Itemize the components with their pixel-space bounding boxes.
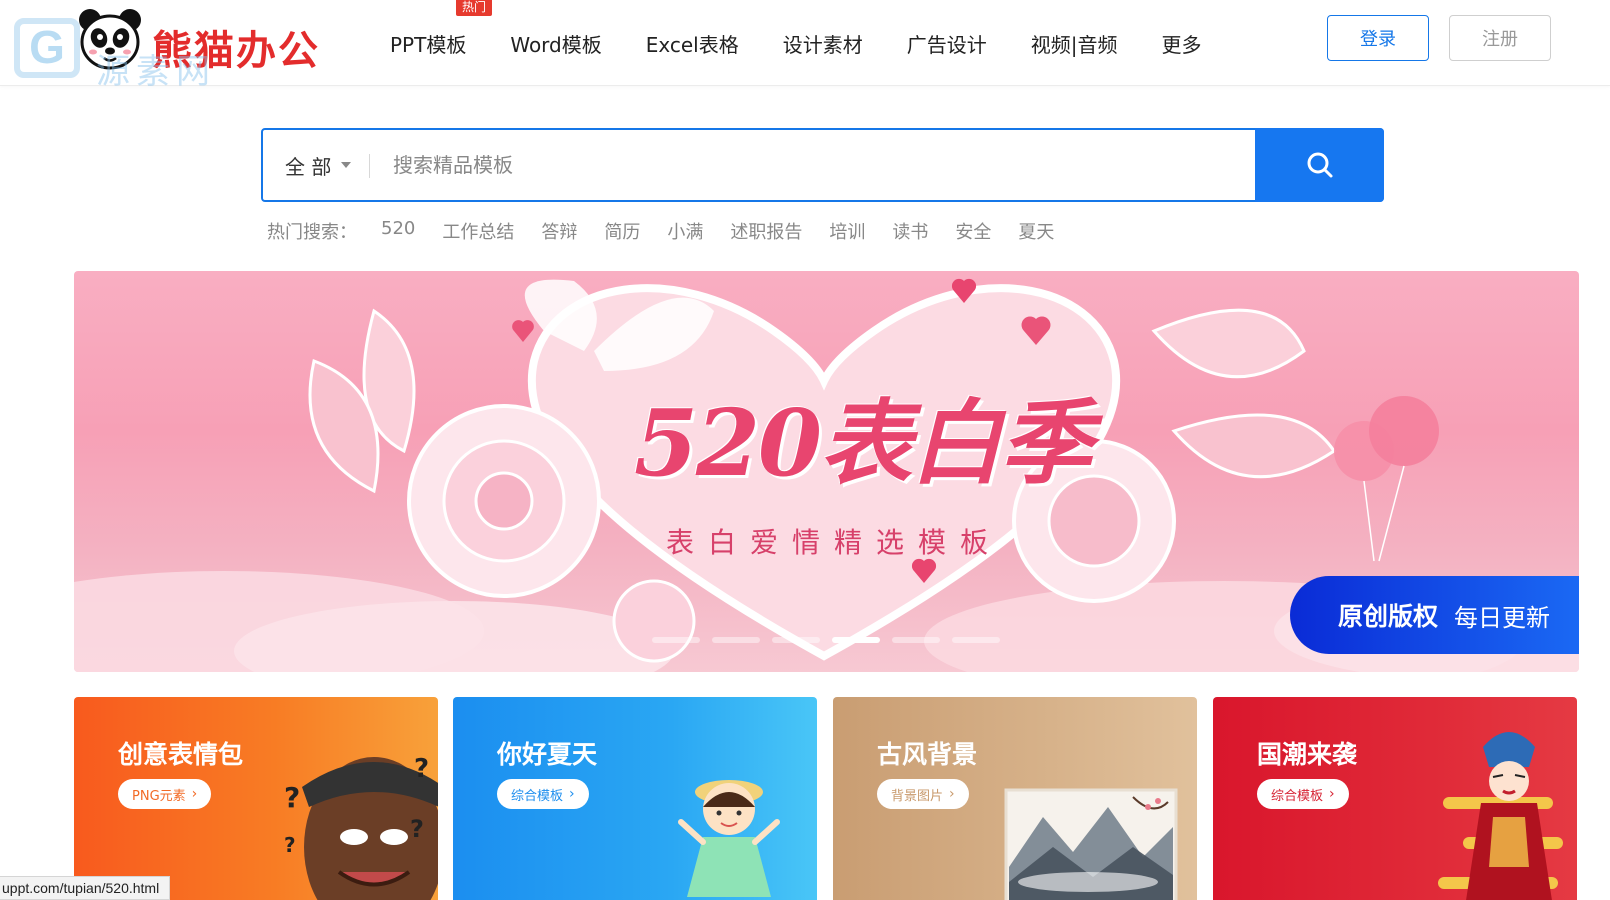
chevron-right-icon: › <box>949 786 955 802</box>
badge-bold-text: 原创版权 <box>1338 602 1439 631</box>
banner-title: 520表白季 <box>634 389 1092 497</box>
hot-search-list: 热门搜索： 520 工作总结 答辩 简历 小满 述职报告 培训 读书 安全 夏天 <box>267 218 1081 244</box>
banner-subtitle: 表白爱情精选模板 <box>666 526 1003 559</box>
carousel-dot[interactable] <box>892 637 940 643</box>
card-title: 创意表情包 <box>118 740 244 769</box>
hot-search-tag[interactable]: 简历 <box>604 218 640 244</box>
watermark-text: 源素网 <box>96 52 216 92</box>
nav-item-design-assets[interactable]: 设计素材 <box>783 29 863 58</box>
search-input[interactable] <box>393 140 1213 190</box>
site-logo[interactable]: G 熊猫办公 源素网 <box>10 4 340 92</box>
nav-item-ppt[interactable]: PPT模板 热门 <box>390 0 493 58</box>
chevron-right-icon: › <box>569 786 575 802</box>
caret-down-icon <box>341 162 352 168</box>
nav-item-video-audio[interactable]: 视频|音频 <box>1031 29 1118 58</box>
nav-item-more[interactable]: 更多 <box>1161 29 1201 58</box>
watermark-g-icon: G <box>14 18 80 78</box>
nav-item-label: PPT模板 <box>390 32 467 57</box>
card-title: 古风背景 <box>877 740 978 769</box>
svg-text:?: ? <box>284 833 296 857</box>
hot-search-tag[interactable]: 读书 <box>892 218 928 244</box>
card-pill-button[interactable]: 综合模板 › <box>1257 779 1349 809</box>
hot-search-tag[interactable]: 培训 <box>829 218 865 244</box>
card-pill-label: PNG元素 <box>132 788 186 804</box>
card-title: 国潮来袭 <box>1257 740 1358 769</box>
original-copyright-badge: 原创版权 每日更新 <box>1290 576 1579 654</box>
search-button[interactable] <box>1255 128 1384 202</box>
nav-item-excel[interactable]: Excel表格 <box>646 29 739 58</box>
category-card-ancient-style[interactable]: 古风背景 背景图片 › <box>833 697 1197 900</box>
category-card-emoji[interactable]: ? ? ? ? 创意表情包 PNG元素 › <box>74 697 438 900</box>
category-card-guochao[interactable]: 国潮来袭 综合模板 › <box>1213 697 1577 900</box>
hot-badge: 热门 <box>456 0 493 16</box>
card-pill-label: 综合模板 <box>1271 788 1324 804</box>
card-pill-button[interactable]: 背景图片 › <box>877 779 969 809</box>
nav-item-ad-design[interactable]: 广告设计 <box>907 29 987 58</box>
card-title: 你好夏天 <box>497 740 598 769</box>
main-nav: PPT模板 热门 Word模板 Excel表格 设计素材 广告设计 视频|音频 … <box>390 0 1245 86</box>
register-button[interactable]: 注册 <box>1449 15 1551 61</box>
category-card-summer[interactable]: 你好夏天 综合模板 › <box>453 697 817 900</box>
svg-text:?: ? <box>414 754 429 784</box>
search-scope-label: 全 部 <box>285 154 332 179</box>
carousel-dot-active[interactable] <box>832 637 880 643</box>
nav-item-word[interactable]: Word模板 <box>510 29 601 58</box>
card-pill-label: 综合模板 <box>511 788 564 804</box>
carousel-dot[interactable] <box>652 637 700 643</box>
login-button[interactable]: 登录 <box>1327 15 1429 61</box>
browser-status-url: uppt.com/tupian/520.html <box>0 876 171 900</box>
hot-search-tag[interactable]: 520 <box>381 218 415 244</box>
carousel-dot[interactable] <box>772 637 820 643</box>
hot-search-tag[interactable]: 安全 <box>955 218 991 244</box>
carousel-dot[interactable] <box>712 637 760 643</box>
card-pill-label: 背景图片 <box>891 788 944 804</box>
chevron-right-icon: › <box>1329 786 1335 802</box>
search-scope-dropdown[interactable]: 全 部 <box>285 130 352 200</box>
search-divider <box>369 154 370 178</box>
card-pill-button[interactable]: PNG元素 › <box>118 779 212 809</box>
chevron-right-icon: › <box>191 786 198 802</box>
hot-search-tag[interactable]: 答辩 <box>541 218 577 244</box>
hot-search-label: 热门搜索： <box>267 222 357 243</box>
hero-banner[interactable]: 520表白季 表白爱情精选模板 原创版权 每日更新 <box>74 271 1579 672</box>
card-pill-button[interactable]: 综合模板 › <box>497 779 589 809</box>
hot-search-tag[interactable]: 述职报告 <box>730 218 802 244</box>
search-bar: 全 部 <box>261 128 1384 202</box>
hot-search-tag[interactable]: 夏天 <box>1018 218 1054 244</box>
hot-search-tag[interactable]: 工作总结 <box>442 218 514 244</box>
search-icon <box>1307 152 1332 178</box>
hot-search-tag[interactable]: 小满 <box>667 218 703 244</box>
svg-text:?: ? <box>284 781 300 814</box>
badge-light-text: 每日更新 <box>1454 603 1551 632</box>
carousel-dots <box>652 637 1012 643</box>
svg-text:?: ? <box>410 815 424 843</box>
site-header: G 熊猫办公 源素网 PPT模板 热门 Word模板 Excel表格 设计素材 … <box>0 0 1610 92</box>
carousel-dot[interactable] <box>952 637 1000 643</box>
